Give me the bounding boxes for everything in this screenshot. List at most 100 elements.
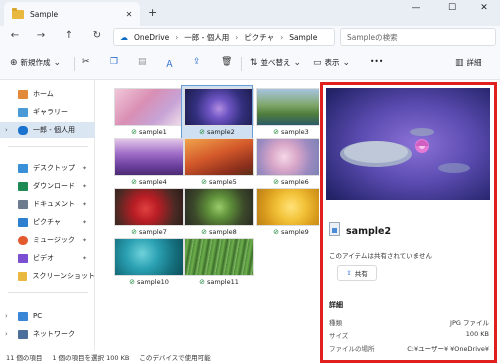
divider [8, 292, 88, 293]
thumbnail [114, 188, 184, 226]
new-tab-button[interactable]: + [148, 6, 157, 19]
tab-close-button[interactable]: ✕ [122, 10, 136, 19]
file-item-sample3[interactable]: ⊘ sample3 [256, 88, 326, 136]
sort-button[interactable]: ⇅ 並べ替え ⌄ [250, 57, 301, 68]
view-button-label: 表示 [324, 58, 340, 67]
file-item-sample7[interactable]: ⊘ sample7 [114, 188, 184, 236]
file-grid: ⊘ sample1 ⊘ sample2 ⊘ sample3 ⊘ sample4 ⊘ sam… [96, 80, 326, 350]
synced-check-icon: ⊘ [131, 128, 138, 136]
sort-icon: ⇅ [250, 57, 258, 68]
synced-check-icon: ⊘ [273, 228, 280, 236]
pc-icon [18, 311, 28, 321]
back-button[interactable]: ← [8, 30, 22, 41]
file-item-sample9[interactable]: ⊘ sample9 [256, 188, 326, 236]
breadcrumb-pictures[interactable]: ピクチャ [244, 32, 274, 43]
sidebar-item-label: ダウンロード [33, 182, 75, 190]
file-item-sample5[interactable]: ⊘ sample5 [184, 138, 254, 186]
sidebar-item-label: PC [33, 312, 43, 320]
folder-icon [12, 7, 24, 19]
address-bar[interactable]: ☁ OneDrive › 一郎 - 個人用 › ピクチャ › Sample [113, 28, 335, 46]
pin-icon[interactable]: ✦ [82, 201, 87, 208]
pin-icon[interactable]: ✦ [82, 183, 87, 190]
pin-icon[interactable]: ✦ [82, 237, 87, 244]
file-item-sample11[interactable]: ⊘ sample11 [184, 238, 254, 286]
file-name: sample6 [281, 178, 309, 186]
new-button[interactable]: ⊕ 新規作成 ⌄ [10, 57, 61, 68]
sidebar-item-videos[interactable]: ビデオ ✦ [0, 250, 95, 266]
close-button[interactable]: ✕ [474, 3, 494, 13]
paste-icon[interactable]: ▤ [138, 57, 147, 67]
highlight-frame [320, 82, 497, 363]
share-icon[interactable]: ⇪ [193, 57, 201, 67]
chevron-right-icon: › [5, 312, 8, 320]
cut-icon[interactable]: ✂ [82, 57, 90, 67]
sidebar-item-home[interactable]: ホーム [0, 86, 95, 102]
chevron-right-icon: › [5, 126, 8, 134]
tab-label: Sample [30, 9, 59, 19]
breadcrumb-onedrive[interactable]: OneDrive [134, 33, 169, 42]
file-name: sample4 [139, 178, 167, 186]
sidebar-item-label: デスクトップ [33, 164, 75, 172]
more-options-button[interactable]: ••• [370, 57, 383, 66]
navigation-pane: ホーム ギャラリー › 一郎 - 個人用 デスクトップ ✦ ダウンロード ✦ ド… [0, 80, 95, 350]
file-item-sample6[interactable]: ⊘ sample6 [256, 138, 326, 186]
rename-icon[interactable]: Ａ [165, 57, 174, 70]
sidebar-item-pictures[interactable]: ピクチャ ✦ [0, 214, 95, 230]
file-item-sample1[interactable]: ⊘ sample1 [114, 88, 184, 136]
sidebar-item-label: ビデオ [33, 254, 54, 262]
sidebar-item-label: ギャラリー [33, 108, 68, 116]
search-input[interactable]: Sampleの検索 [340, 28, 496, 46]
sidebar-item-documents[interactable]: ドキュメント ✦ [0, 196, 95, 212]
file-item-sample10[interactable]: ⊘ sample10 [114, 238, 184, 286]
copy-icon[interactable]: ❐ [110, 57, 118, 67]
sidebar-item-gallery[interactable]: ギャラリー [0, 104, 95, 120]
synced-check-icon: ⊘ [129, 278, 135, 286]
chevron-right-icon: › [175, 32, 179, 42]
chevron-right-icon: › [5, 330, 8, 338]
maximize-button[interactable]: ☐ [442, 3, 462, 13]
up-button[interactable]: ↑ [62, 30, 76, 41]
breadcrumb-sample[interactable]: Sample [289, 33, 317, 42]
document-icon [18, 199, 28, 209]
details-button-label: 詳細 [466, 58, 482, 67]
chevron-down-icon: ⌄ [293, 57, 302, 68]
file-item-sample4[interactable]: ⊘ sample4 [114, 138, 184, 186]
pin-icon[interactable]: ✦ [82, 165, 87, 172]
synced-check-icon: ⊘ [273, 178, 280, 186]
sort-button-label: 並べ替え [260, 58, 291, 67]
details-pane-button[interactable]: ▥ 詳細 [455, 57, 482, 68]
sidebar-item-screenshots[interactable]: スクリーンショット [0, 268, 95, 284]
breadcrumb-personal[interactable]: 一郎 - 個人用 [184, 32, 229, 43]
plus-circle-icon: ⊕ [10, 57, 18, 68]
file-name: sample2 [207, 128, 235, 136]
file-item-sample8[interactable]: ⊘ sample8 [184, 188, 254, 236]
file-name: sample10 [136, 278, 169, 286]
minimize-button[interactable]: — [406, 3, 426, 13]
delete-icon[interactable]: 🗑 [221, 57, 232, 67]
refresh-button[interactable]: ↻ [90, 30, 104, 41]
availability-status: このデバイスで使用可能 [139, 354, 211, 362]
synced-check-icon: ⊘ [199, 278, 205, 286]
sidebar-item-downloads[interactable]: ダウンロード ✦ [0, 178, 95, 194]
sidebar-item-desktop[interactable]: デスクトップ ✦ [0, 160, 95, 176]
forward-button[interactable]: → [34, 30, 48, 41]
file-name: sample5 [209, 178, 237, 186]
synced-check-icon: ⊘ [201, 178, 208, 186]
pin-icon[interactable]: ✦ [82, 219, 87, 226]
file-name: sample3 [281, 128, 309, 136]
thumbnail [256, 88, 326, 126]
tab-sample[interactable]: Sample ✕ [4, 2, 140, 26]
sidebar-item-music[interactable]: ミュージック ✦ [0, 232, 95, 248]
file-item-sample2[interactable]: ⊘ sample2 [181, 85, 254, 139]
sidebar-item-pc[interactable]: › PC [0, 308, 95, 324]
sidebar-item-network[interactable]: › ネットワーク [0, 326, 95, 342]
thumbnail [184, 188, 254, 226]
sidebar-item-label: ネットワーク [33, 330, 75, 338]
thumbnail [184, 238, 254, 276]
divider [8, 146, 88, 147]
file-name: sample7 [139, 228, 167, 236]
view-button[interactable]: ▭ 表示 ⌄ [313, 57, 350, 68]
sidebar-item-onedrive[interactable]: › 一郎 - 個人用 [0, 122, 95, 138]
synced-check-icon: ⊘ [199, 128, 206, 136]
pin-icon[interactable]: ✦ [82, 255, 87, 262]
